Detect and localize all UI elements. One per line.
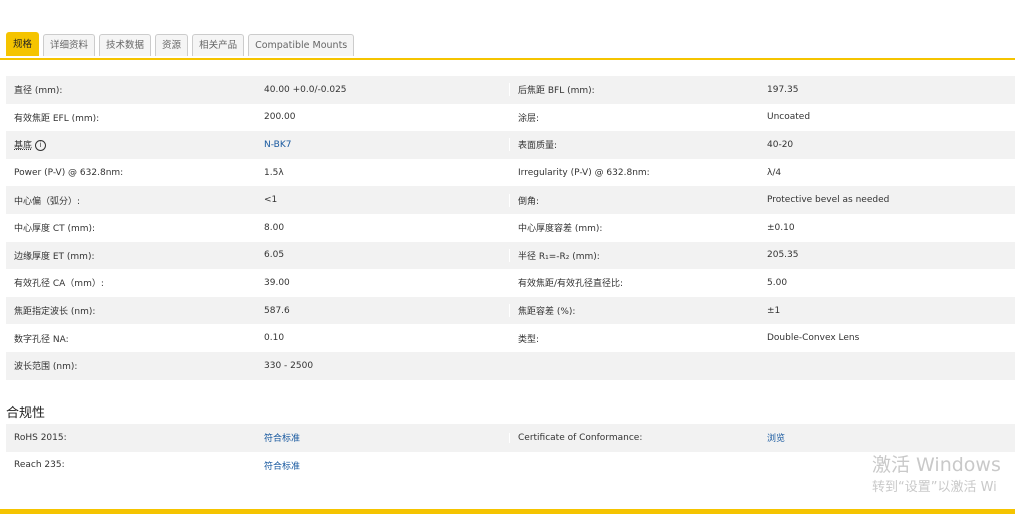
tab-details[interactable]: 详细资料 [43, 34, 96, 56]
tab-resources[interactable]: 资源 [155, 34, 189, 56]
table-row: 波长范围 (nm): 330 - 2500 [6, 351, 1015, 380]
spec-value: Double-Convex Lens [767, 333, 860, 344]
spec-value: ±1 [767, 305, 781, 316]
footer-accent-bar [0, 509, 1015, 514]
spec-label: 基底 i [6, 138, 256, 152]
spec-value: 587.6 [264, 305, 290, 316]
table-row: RoHS 2015: 符合标准 Certificate of Conforman… [6, 424, 1015, 452]
compliance-label: RoHS 2015: [14, 432, 67, 443]
spec-value: N-BK7 [256, 140, 509, 150]
spec-value: 5.00 [767, 277, 788, 288]
spec-label: 后焦距 BFL (mm): [509, 83, 759, 97]
spec-table: 直径 (mm): 40.00 +0.0/-0.025 后焦距 BFL (mm):… [6, 76, 1015, 380]
spec-value: 200.00 [264, 112, 296, 123]
table-row: 有效焦距 EFL (mm): 200.00 涂层: Uncoated [6, 104, 1015, 132]
spec-value: <1 [264, 195, 278, 206]
table-row: 直径 (mm): 40.00 +0.0/-0.025 后焦距 BFL (mm):… [6, 76, 1015, 104]
table-row: Power (P-V) @ 632.8nm: 1.5λ Irregularity… [6, 159, 1015, 187]
spec-value: 1.5λ [264, 167, 284, 178]
spec-value: ±0.10 [767, 222, 795, 233]
spec-label: 半径 R₁=-R₂ (mm): [509, 248, 759, 262]
info-icon[interactable]: i [35, 140, 47, 152]
table-row: 中心偏（弧分）: <1 倒角: Protective bevel as need… [6, 186, 1015, 214]
spec-label: 有效焦距/有效孔径直径比: [509, 276, 759, 290]
tab-related-products[interactable]: 相关产品 [192, 34, 245, 56]
spec-label: 中心厚度 CT (mm): [14, 224, 96, 235]
spec-value: 6.05 [264, 250, 285, 261]
reach-link[interactable]: 符合标准 [264, 462, 300, 472]
compliance-label: Reach 235: [14, 460, 65, 471]
spec-value: 8.00 [264, 222, 285, 233]
tab-tech-data[interactable]: 技术数据 [99, 34, 152, 56]
spec-label: 有效孔径 CA（mm）: [14, 279, 104, 290]
compliance-value: 符合标准 [256, 431, 509, 444]
spec-value: 197.35 [767, 84, 799, 95]
spec-label: 焦距容差 (%): [509, 304, 759, 318]
table-row: Reach 235: 符合标准 [6, 452, 1015, 480]
substrate-label: 基底 [14, 141, 33, 152]
windows-activation-watermark: 激活 Windows [872, 454, 1001, 476]
compliance-label: Certificate of Conformance: [509, 432, 759, 443]
tab-specs[interactable]: 规格 [6, 32, 40, 56]
tab-bar: 规格 详细资料 技术数据 资源 相关产品 Compatible Mounts [6, 32, 355, 58]
compliance-value: 浏览 [759, 431, 1015, 444]
table-row: 有效孔径 CA（mm）: 39.00 有效焦距/有效孔径直径比: 5.00 [6, 269, 1015, 297]
spec-label: 中心偏（弧分）: [14, 196, 81, 207]
certificate-view-link[interactable]: 浏览 [767, 434, 785, 444]
spec-value: 39.00 [264, 277, 290, 288]
windows-activation-hint: 转到“设置”以激活 Wi [872, 480, 997, 495]
spec-label: 类型: [509, 331, 759, 345]
spec-label: 有效焦距 EFL (mm): [14, 113, 100, 124]
spec-label: Irregularity (P-V) @ 632.8nm: [509, 167, 759, 178]
spec-value: Protective bevel as needed [767, 195, 890, 206]
table-row: 边缘厚度 ET (mm): 6.05 半径 R₁=-R₂ (mm): 205.3… [6, 241, 1015, 270]
spec-value: 205.35 [767, 250, 799, 261]
compliance-value: 符合标准 [256, 459, 509, 472]
spec-label: 数字孔径 NA: [14, 334, 69, 345]
spec-value: 40-20 [767, 139, 794, 150]
table-row: 基底 i N-BK7 表面质量: 40-20 [6, 131, 1015, 159]
spec-label: 直径 (mm): [14, 86, 63, 97]
compliance-heading: 合规性 [6, 406, 46, 421]
substrate-link[interactable]: N-BK7 [264, 140, 291, 150]
compliance-table: RoHS 2015: 符合标准 Certificate of Conforman… [6, 424, 1015, 479]
spec-label: 边缘厚度 ET (mm): [14, 251, 95, 262]
spec-label: 涂层: [509, 110, 759, 124]
spec-value: 40.00 +0.0/-0.025 [264, 84, 347, 95]
table-row: 数字孔径 NA: 0.10 类型: Double-Convex Lens [6, 324, 1015, 352]
tab-compatible-mounts[interactable]: Compatible Mounts [248, 34, 355, 56]
spec-label: 波长范围 (nm): [14, 362, 78, 373]
spec-value: 330 - 2500 [264, 360, 314, 371]
spec-label: 倒角: [509, 193, 759, 207]
table-row: 中心厚度 CT (mm): 8.00 中心厚度容差 (mm): ±0.10 [6, 214, 1015, 242]
spec-label: 表面质量: [509, 138, 759, 152]
table-row: 焦距指定波长 (nm): 587.6 焦距容差 (%): ±1 [6, 296, 1015, 325]
spec-value: 0.10 [264, 333, 285, 344]
spec-value: λ/4 [767, 167, 782, 178]
spec-label: 焦距指定波长 (nm): [14, 307, 96, 318]
tab-underline [0, 58, 1015, 60]
rohs-link[interactable]: 符合标准 [264, 434, 300, 444]
spec-label: 中心厚度容差 (mm): [509, 221, 759, 235]
spec-value: Uncoated [767, 112, 811, 123]
spec-label: Power (P-V) @ 632.8nm: [14, 167, 124, 178]
